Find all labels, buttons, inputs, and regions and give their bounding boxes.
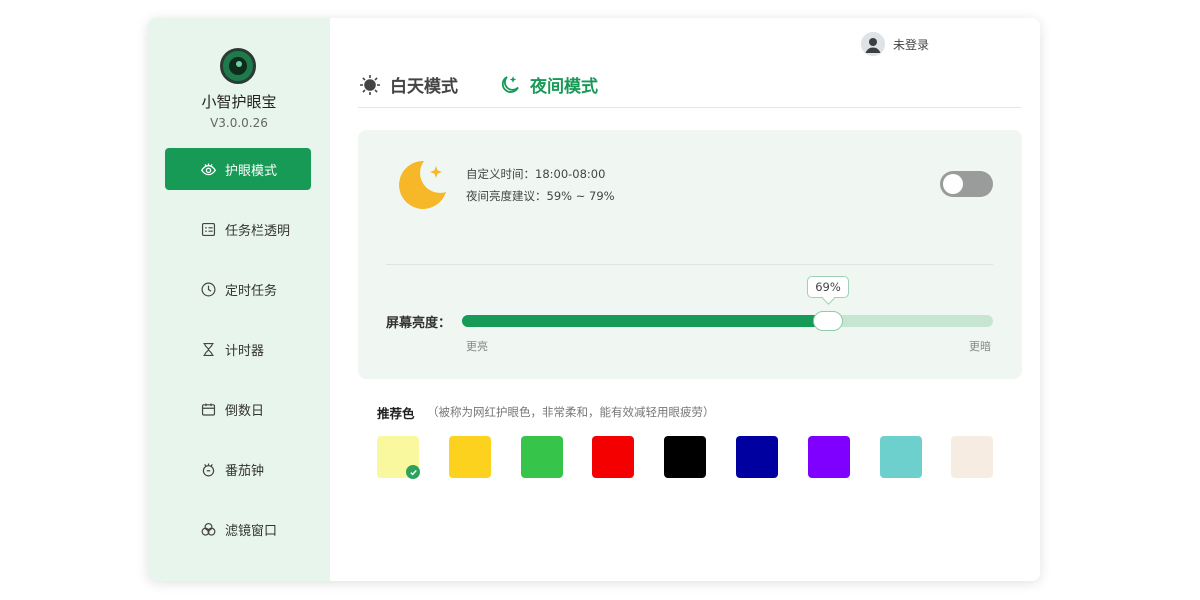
taskbar-icon — [199, 220, 217, 238]
main-panel: 未登录 白天模式 夜间模式 自定义时间：18:00-08:00 夜间亮度建议：5… — [330, 18, 1040, 581]
tab-day-mode[interactable]: 白天模式 — [358, 72, 458, 97]
sidebar-item-label: 倒数日 — [225, 403, 265, 419]
tab-label: 夜间模式 — [530, 77, 598, 97]
brightness-slider[interactable]: 69% — [462, 276, 993, 331]
sidebar-item-timer[interactable]: 计时器 — [165, 328, 311, 370]
color-swatch[interactable] — [521, 436, 563, 478]
app-name: 小智护眼宝 — [201, 93, 277, 111]
user-login[interactable]: 未登录 — [861, 32, 929, 56]
color-swatch[interactable] — [880, 436, 922, 478]
clock-icon — [199, 280, 217, 298]
hourglass-icon — [199, 340, 217, 358]
app-window: 小智护眼宝 V3.0.0.26 护眼模式 任务栏透明 定时任务 计时器 倒数日 … — [148, 18, 1040, 581]
tab-divider — [358, 107, 1021, 108]
color-swatch[interactable] — [449, 436, 491, 478]
eye-icon — [199, 160, 217, 178]
app-version: V3.0.0.26 — [210, 116, 268, 130]
sidebar-item-taskbar[interactable]: 任务栏透明 — [165, 208, 311, 250]
brightness-suggestion-text: 夜间亮度建议：59% ~ 79% — [466, 189, 615, 203]
card-divider — [386, 264, 993, 265]
login-status: 未登录 — [893, 37, 930, 52]
color-swatch[interactable] — [664, 436, 706, 478]
recommend-subtitle: （被称为网红护眼色，非常柔和，能有效减轻用眼疲劳） — [427, 405, 715, 419]
sidebar-item-scheduled-task[interactable]: 定时任务 — [165, 268, 311, 310]
recommend-title: 推荐色 — [377, 406, 415, 421]
sidebar: 小智护眼宝 V3.0.0.26 护眼模式 任务栏透明 定时任务 计时器 倒数日 … — [148, 18, 330, 581]
sidebar-item-label: 任务栏透明 — [225, 223, 291, 239]
color-swatch[interactable] — [951, 436, 993, 478]
filter-icon — [199, 520, 217, 538]
brightness-label: 屏幕亮度： — [386, 316, 452, 331]
tab-label: 白天模式 — [390, 77, 458, 97]
check-icon — [406, 465, 420, 479]
sidebar-item-filter-window[interactable]: 滤镜窗口 — [165, 508, 311, 550]
sidebar-item-eye-care[interactable]: 护眼模式 — [165, 148, 311, 190]
slider-thumb[interactable] — [813, 311, 843, 331]
color-swatch[interactable] — [377, 436, 420, 479]
sidebar-item-label: 定时任务 — [225, 283, 278, 299]
sun-icon — [358, 73, 382, 97]
color-swatch[interactable] — [808, 436, 850, 478]
toggle-knob — [943, 174, 963, 194]
tab-night-mode[interactable]: 夜间模式 — [498, 72, 598, 97]
slider-fill — [462, 315, 828, 327]
color-swatch[interactable] — [736, 436, 778, 478]
tomato-icon — [199, 460, 217, 478]
sidebar-item-label: 计时器 — [225, 343, 265, 359]
sidebar-item-label: 番茄钟 — [225, 463, 265, 479]
slider-min-label: 更亮 — [466, 340, 488, 353]
sidebar-item-label: 护眼模式 — [225, 163, 278, 179]
sidebar-item-pomodoro[interactable]: 番茄钟 — [165, 448, 311, 490]
custom-time-text: 自定义时间：18:00-08:00 — [466, 167, 606, 181]
slider-max-label: 更暗 — [969, 340, 991, 353]
crescent-moon-icon — [399, 160, 446, 209]
sidebar-item-label: 滤镜窗口 — [225, 523, 278, 539]
app-logo — [220, 48, 256, 84]
night-mode-toggle[interactable] — [940, 171, 993, 197]
night-mode-card: 自定义时间：18:00-08:00 夜间亮度建议：59% ~ 79% 屏幕亮度：… — [358, 130, 1022, 379]
moon-icon — [498, 73, 522, 97]
slider-value-tooltip: 69% — [807, 276, 849, 298]
color-swatch[interactable] — [592, 436, 634, 478]
user-avatar-icon — [861, 32, 885, 56]
calendar-icon — [199, 400, 217, 418]
sidebar-item-countdown[interactable]: 倒数日 — [165, 388, 311, 430]
